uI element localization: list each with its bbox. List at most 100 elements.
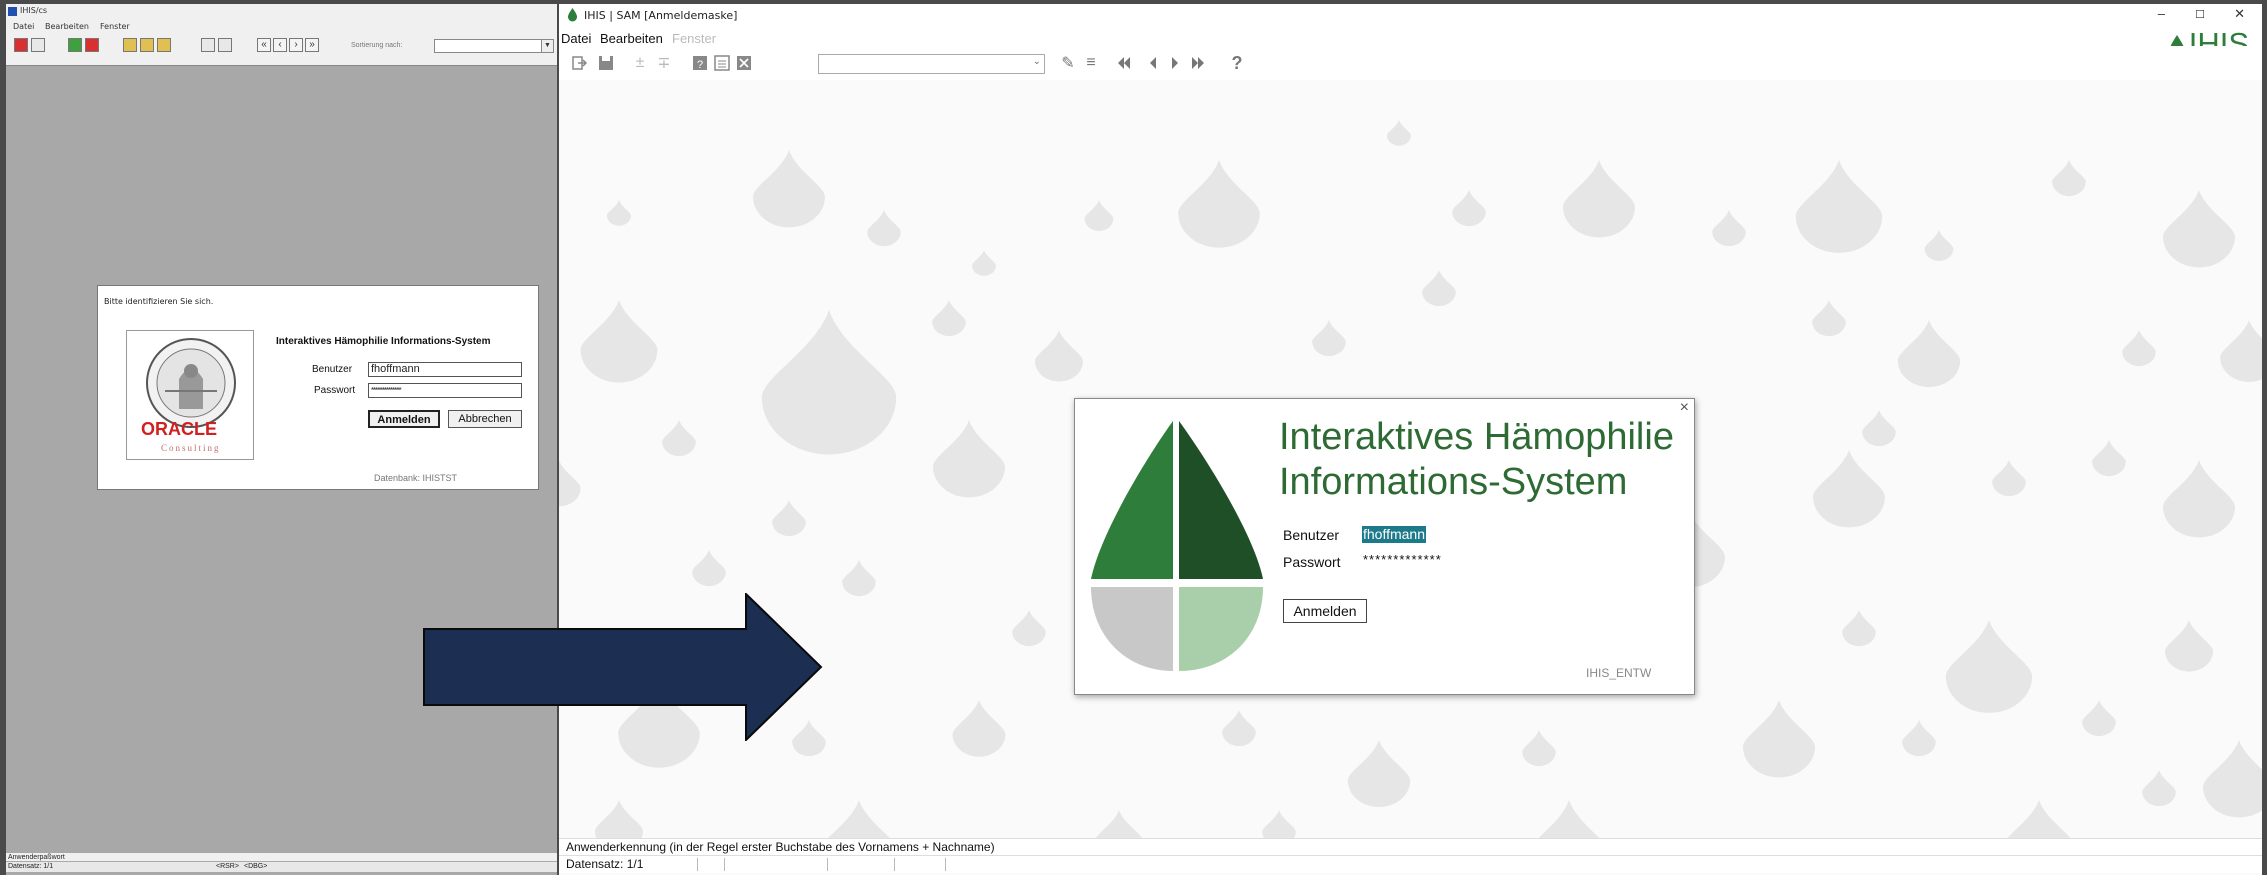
background-drop: [1563, 160, 1635, 238]
app-icon: [8, 7, 17, 16]
background-drop: [1178, 160, 1260, 248]
background-drop: [761, 310, 897, 455]
edit-pencil-icon[interactable]: ✎: [1058, 53, 1078, 73]
legacy-record-counter: Datensatz: 1/1: [8, 863, 54, 870]
chevron-down-icon[interactable]: ⌄: [1033, 56, 1041, 67]
legacy-menu-fenster[interactable]: Fenster: [100, 22, 130, 31]
legacy-forms-window: IHIS/cs Datei Bearbeiten Fenster « ‹ › »…: [6, 4, 557, 875]
menu-bearbeiten[interactable]: Bearbeiten: [600, 31, 663, 46]
save-icon[interactable]: [596, 53, 616, 73]
password-field[interactable]: **************: [368, 383, 522, 398]
user-field[interactable]: fhoffmann: [1362, 526, 1427, 543]
close-form-icon[interactable]: [734, 53, 754, 73]
legacy-login-dialog: Bitte identifizieren Sie sich. ORACLE Co…: [97, 285, 539, 490]
dialog-title: Interaktives Hämophilie Informations-Sys…: [1279, 415, 1674, 505]
sort-select[interactable]: ▼: [434, 39, 554, 53]
background-drop: [1312, 320, 1346, 357]
close-dialog-icon[interactable]: ×: [1680, 399, 1689, 417]
background-drop: [662, 420, 696, 457]
menu-datei[interactable]: Datei: [561, 31, 591, 46]
background-drop: [1387, 120, 1411, 146]
maximize-icon[interactable]: ☐: [2195, 8, 2205, 21]
background-drop: [1795, 160, 1883, 253]
cancel-button[interactable]: Abbrechen: [448, 410, 522, 428]
legacy-list-icon[interactable]: [201, 38, 215, 52]
svg-text:?: ?: [697, 59, 703, 71]
first-record-icon[interactable]: [1114, 53, 1134, 73]
exit-icon[interactable]: [569, 53, 589, 73]
legacy-exit-icon[interactable]: [14, 38, 28, 52]
background-drop: [1522, 730, 1556, 767]
background-drop: [1992, 460, 2026, 497]
dbg-tag: <DBG>: [244, 863, 268, 870]
next-record-icon[interactable]: [1165, 53, 1185, 73]
legacy-edit-icon[interactable]: [218, 38, 232, 52]
user-field[interactable]: fhoffmann: [368, 362, 522, 377]
modern-window-title: IHIS | SAM [Anmeldemaske]: [584, 9, 738, 22]
background-drop: [2203, 740, 2262, 818]
status-hint: Anwenderkennung (in der Regel erster Buc…: [559, 838, 2262, 855]
login-prompt: Bitte identifizieren Sie sich.: [104, 297, 214, 306]
menu-lines-icon[interactable]: ≡: [1081, 53, 1101, 73]
list-icon[interactable]: [712, 53, 732, 73]
login-button[interactable]: Anmelden: [368, 410, 440, 428]
background-drop: [828, 800, 890, 838]
login-dialog: × Interaktives Hämophilie Informations-S…: [1074, 398, 1695, 695]
legacy-titlebar: IHIS/cs: [6, 4, 557, 19]
background-drop: [580, 300, 658, 383]
legacy-first-record-icon[interactable]: «: [257, 38, 271, 52]
background-drop: [1945, 620, 2033, 713]
chevron-down-icon[interactable]: ▼: [541, 40, 553, 52]
background-drop: [1813, 450, 1885, 528]
legacy-delete-icon[interactable]: [85, 38, 99, 52]
delete-record-icon[interactable]: ∓: [654, 53, 674, 73]
modern-menubar: Datei Bearbeiten Fenster: [559, 26, 2262, 46]
legacy-save-icon[interactable]: [31, 38, 45, 52]
insert-record-icon[interactable]: ±: [630, 53, 650, 73]
legacy-prev-record-icon[interactable]: ‹: [273, 38, 287, 52]
login-button[interactable]: Anmelden: [1283, 599, 1367, 623]
background-drop: [1035, 330, 1083, 382]
svg-text:Consulting: Consulting: [161, 443, 221, 453]
legacy-toolbar: « ‹ › » Sortierung nach: ▼: [6, 33, 557, 66]
minimize-icon[interactable]: –: [2158, 6, 2165, 21]
legacy-last-record-icon[interactable]: »: [305, 38, 319, 52]
ihis-leaves-logo: [1091, 421, 1263, 671]
background-drop: [952, 700, 1006, 757]
background-drop: [933, 420, 1005, 498]
background-drop: [1347, 740, 1411, 808]
status-bar: Datensatz: 1/1: [559, 855, 2262, 873]
background-drop: [1452, 190, 1486, 227]
modern-toolbar: ± ∓ ? ⌄ ✎ ≡ ?: [559, 46, 2262, 80]
background-drop: [1096, 810, 1142, 838]
legacy-next-record-icon[interactable]: ›: [289, 38, 303, 52]
legacy-query-icon[interactable]: [123, 38, 137, 52]
password-label: Passwort: [1283, 554, 1341, 570]
database-label: Datenbank: IHISTST: [374, 473, 458, 483]
background-drop: [1743, 700, 1815, 778]
background-drop: [772, 500, 806, 537]
legacy-menubar: Datei Bearbeiten Fenster: [6, 19, 557, 33]
app-leaf-icon: [568, 8, 577, 22]
legacy-count-query-icon[interactable]: [157, 38, 171, 52]
background-drop: [1084, 200, 1114, 231]
legacy-menu-bearbeiten[interactable]: Bearbeiten: [45, 22, 89, 31]
background-drop: [1222, 710, 1256, 747]
legacy-execute-query-icon[interactable]: [140, 38, 154, 52]
password-field[interactable]: *************: [1363, 552, 1442, 567]
query-icon[interactable]: ?: [690, 53, 710, 73]
database-label: IHIS_ENTW: [1586, 666, 1652, 680]
legacy-status-hint: Anwenderpaßwort: [6, 853, 557, 861]
record-select[interactable]: ⌄: [818, 54, 1045, 74]
dialog-title-line2: Informations-System: [1279, 461, 1628, 503]
close-window-icon[interactable]: ✕: [2234, 6, 2245, 22]
help-icon[interactable]: ?: [1227, 53, 1247, 73]
background-drop: [1538, 800, 1600, 838]
legacy-menu-datei[interactable]: Datei: [13, 22, 34, 31]
rsr-tag: <RSR>: [216, 863, 239, 870]
background-drop: [2220, 320, 2262, 382]
prev-record-icon[interactable]: [1143, 53, 1163, 73]
system-title: Interaktives Hämophilie Informations-Sys…: [276, 336, 491, 347]
legacy-insert-icon[interactable]: [68, 38, 82, 52]
last-record-icon[interactable]: [1188, 53, 1208, 73]
